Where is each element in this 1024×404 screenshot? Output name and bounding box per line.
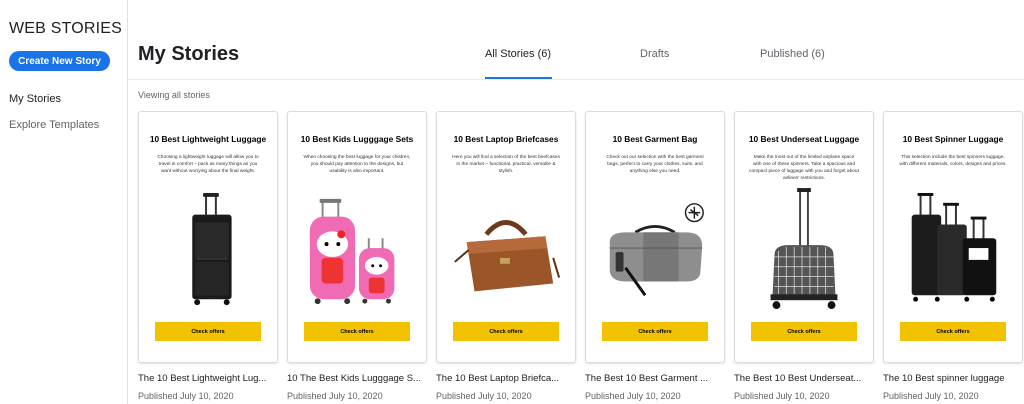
grey-garment-duffel-image [596,192,714,312]
story-preview[interactable]: 10 Best Kids Lugggage Sets When choosing… [287,111,427,363]
nav-item-my-stories[interactable]: My Stories [9,93,61,105]
story-name[interactable]: The Best 10 Best Underseat... [734,373,870,384]
check-offers-button[interactable]: Check offers [602,322,708,341]
story-card[interactable]: 10 Best Laptop Briefcases Here you will … [436,111,576,401]
story-title: 10 Best Laptop Briefcases [453,134,559,144]
story-description: Check out our selection with the best ga… [606,155,704,174]
brown-leather-briefcase-image [447,192,565,312]
story-name[interactable]: The 10 Best spinner luggage [883,373,1019,384]
black-rolling-suitcase-image [149,192,267,312]
story-name[interactable]: The 10 Best Laptop Briefca... [436,373,572,384]
story-description: Choosing a lightweight luggage will allo… [157,155,259,174]
check-offers-button[interactable]: Check offers [155,322,261,341]
story-preview[interactable]: 10 Best Spinner Luggage This selection i… [883,111,1023,363]
story-title: 10 Best Spinner Luggage [902,134,1004,144]
story-description: Here you will find a selection of the be… [452,155,560,174]
page-title: My Stories [138,43,240,65]
tab-all-stories[interactable]: All Stories (6) [485,48,551,60]
story-filter-tabs: All Stories (6) Drafts Published (6) [470,40,850,80]
story-card[interactable]: 10 Best Spinner Luggage This selection i… [883,111,1024,401]
black-spinner-set-image [894,192,1012,312]
story-name[interactable]: The 10 Best Lightweight Lug... [138,373,274,384]
story-title: 10 Best Garment Bag [612,134,698,144]
check-offers-button[interactable]: Check offers [304,322,410,341]
header-divider [128,79,1024,80]
story-preview[interactable]: 10 Best Lightweight Luggage Choosing a l… [138,111,278,363]
create-new-story-button[interactable]: Create New Story [9,51,110,71]
story-title: 10 Best Lightweight Luggage [149,134,267,144]
brand-title: WEB STORIES [9,20,123,37]
story-card[interactable]: 10 Best Kids Lugggage Sets When choosing… [287,111,427,401]
story-published-date: Published July 10, 2020 [138,391,234,401]
story-preview[interactable]: 10 Best Garment Bag Check out our select… [585,111,725,363]
tab-drafts[interactable]: Drafts [640,48,669,60]
story-card[interactable]: 10 Best Garment Bag Check out our select… [585,111,725,401]
story-name[interactable]: The Best 10 Best Garment ... [585,373,721,384]
check-offers-button[interactable]: Check offers [751,322,857,341]
story-name[interactable]: 10 The Best Kids Lugggage S... [287,373,423,384]
viewing-label: Viewing all stories [138,90,210,100]
pink-kids-luggage-set-image [298,192,416,312]
check-offers-button[interactable]: Check offers [453,322,559,341]
story-title: 10 Best Underseat Luggage [748,134,860,144]
story-card[interactable]: 10 Best Lightweight Luggage Choosing a l… [138,111,278,401]
story-title: 10 Best Kids Lugggage Sets [300,134,414,144]
story-published-date: Published July 10, 2020 [436,391,532,401]
story-description: This selection include the best spinners… [899,155,1007,167]
sidebar: WEB STORIES Create New Story My Stories … [0,0,128,404]
story-preview[interactable]: 10 Best Underseat Luggage Make the most … [734,111,874,363]
story-published-date: Published July 10, 2020 [287,391,383,401]
story-published-date: Published July 10, 2020 [883,391,979,401]
story-description: Make the most out of the limited airplan… [749,155,859,181]
web-stories-dashboard: WEB STORIES Create New Story My Stories … [0,0,1024,404]
plaid-underseat-roller-image [745,188,863,312]
story-preview[interactable]: 10 Best Laptop Briefcases Here you will … [436,111,576,363]
story-published-date: Published July 10, 2020 [585,391,681,401]
nav-item-explore-templates[interactable]: Explore Templates [9,119,99,131]
check-offers-button[interactable]: Check offers [900,322,1006,341]
story-published-date: Published July 10, 2020 [734,391,830,401]
tab-published[interactable]: Published (6) [760,48,825,60]
story-description: When choosing the best luggage for your … [303,155,411,174]
story-card[interactable]: 10 Best Underseat Luggage Make the most … [734,111,874,401]
